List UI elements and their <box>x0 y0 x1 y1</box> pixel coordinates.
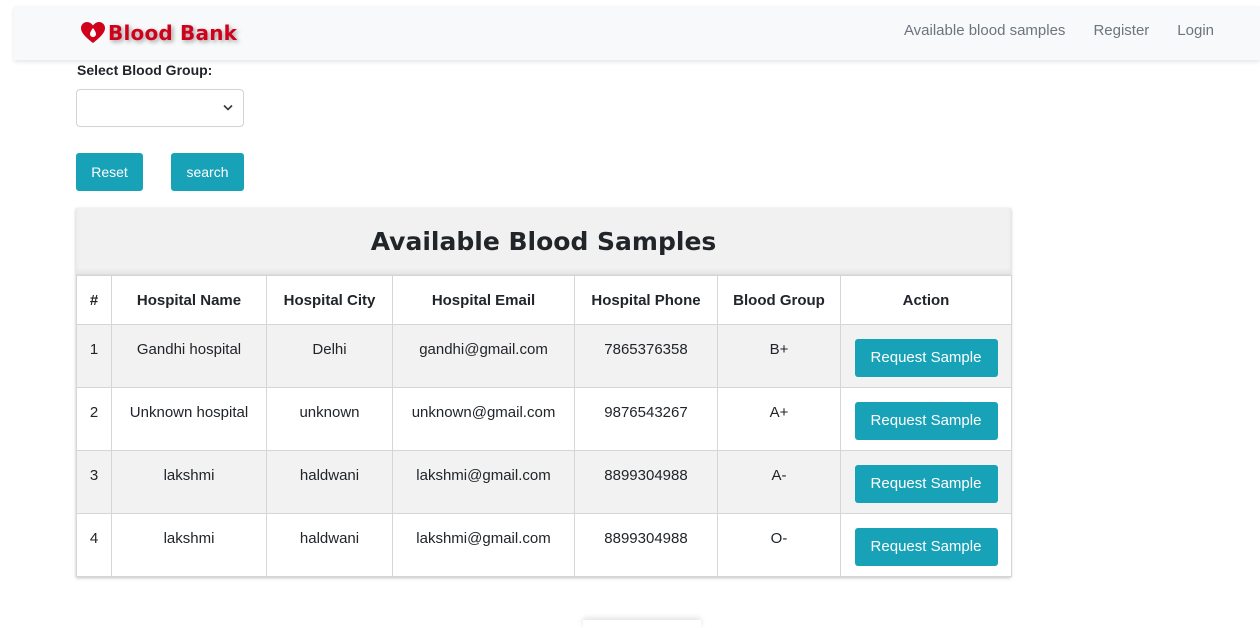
header-hospital-city: Hospital City <box>266 275 393 325</box>
request-sample-button[interactable]: Request Sample <box>854 339 998 377</box>
header-hospital-email: Hospital Email <box>392 275 575 325</box>
cell-hospital-city: haldwani <box>266 450 393 514</box>
cell-hospital-city: unknown <box>266 387 393 451</box>
cell-hospital-phone: 9876543267 <box>574 387 718 451</box>
navbar: Blood Bank Available blood samples Regis… <box>14 6 1260 60</box>
cell-hospital-email: unknown@gmail.com <box>392 387 575 451</box>
request-sample-button[interactable]: Request Sample <box>854 528 998 566</box>
cell-hospital-email: lakshmi@gmail.com <box>392 450 575 514</box>
brand-logo[interactable]: Blood Bank <box>80 18 237 48</box>
blood-group-select[interactable] <box>76 89 244 127</box>
cell-blood-group: O- <box>717 513 841 577</box>
table-header-row: # Hospital Name Hospital City Hospital E… <box>76 275 1012 325</box>
header-action: Action <box>840 275 1012 325</box>
cell-blood-group: A+ <box>717 387 841 451</box>
chevron-down-icon <box>223 104 233 111</box>
cell-hospital-phone: 7865376358 <box>574 324 718 388</box>
cell-action: Request Sample <box>840 450 1012 514</box>
table-row: 3 lakshmi haldwani lakshmi@gmail.com 889… <box>76 450 1012 514</box>
cell-number: 2 <box>76 387 112 451</box>
cell-hospital-name: lakshmi <box>111 513 267 577</box>
cell-hospital-name: Gandhi hospital <box>111 324 267 388</box>
nav-links: Available blood samples Register Login <box>904 6 1214 54</box>
blood-drop-heart-icon <box>81 22 105 43</box>
cell-action: Request Sample <box>840 387 1012 451</box>
request-sample-button[interactable]: Request Sample <box>854 465 998 503</box>
table-row: 2 Unknown hospital unknown unknown@gmail… <box>76 387 1012 451</box>
cell-number: 4 <box>76 513 112 577</box>
brand-name: Blood Bank <box>108 21 238 45</box>
blood-group-label: Select Blood Group: <box>77 62 213 78</box>
header-hospital-phone: Hospital Phone <box>574 275 718 325</box>
cell-action: Request Sample <box>840 324 1012 388</box>
nav-link-login[interactable]: Login <box>1177 22 1214 39</box>
cell-number: 3 <box>76 450 112 514</box>
cell-hospital-city: haldwani <box>266 513 393 577</box>
cell-hospital-phone: 8899304988 <box>574 513 718 577</box>
cell-blood-group: A- <box>717 450 841 514</box>
cell-hospital-name: lakshmi <box>111 450 267 514</box>
table-row: 4 lakshmi haldwani lakshmi@gmail.com 889… <box>76 513 1012 577</box>
table-row: 1 Gandhi hospital Delhi gandhi@gmail.com… <box>76 324 1012 388</box>
request-sample-button[interactable]: Request Sample <box>854 402 998 440</box>
header-hospital-name: Hospital Name <box>111 275 267 325</box>
cell-hospital-name: Unknown hospital <box>111 387 267 451</box>
table-title: Available Blood Samples <box>76 208 1011 275</box>
cell-hospital-city: Delhi <box>266 324 393 388</box>
cell-blood-group: B+ <box>717 324 841 388</box>
cell-hospital-email: gandhi@gmail.com <box>392 324 575 388</box>
samples-table: # Hospital Name Hospital City Hospital E… <box>76 275 1012 577</box>
search-button[interactable]: search <box>171 153 244 191</box>
reset-button[interactable]: Reset <box>76 153 143 191</box>
nav-link-available-samples[interactable]: Available blood samples <box>904 22 1066 39</box>
cell-hospital-email: lakshmi@gmail.com <box>392 513 575 577</box>
nav-link-register[interactable]: Register <box>1093 22 1149 39</box>
samples-table-container: Available Blood Samples # Hospital Name … <box>76 208 1012 577</box>
cell-action: Request Sample <box>840 513 1012 577</box>
header-number: # <box>76 275 112 325</box>
cell-hospital-phone: 8899304988 <box>574 450 718 514</box>
header-blood-group: Blood Group <box>717 275 841 325</box>
cell-number: 1 <box>76 324 112 388</box>
